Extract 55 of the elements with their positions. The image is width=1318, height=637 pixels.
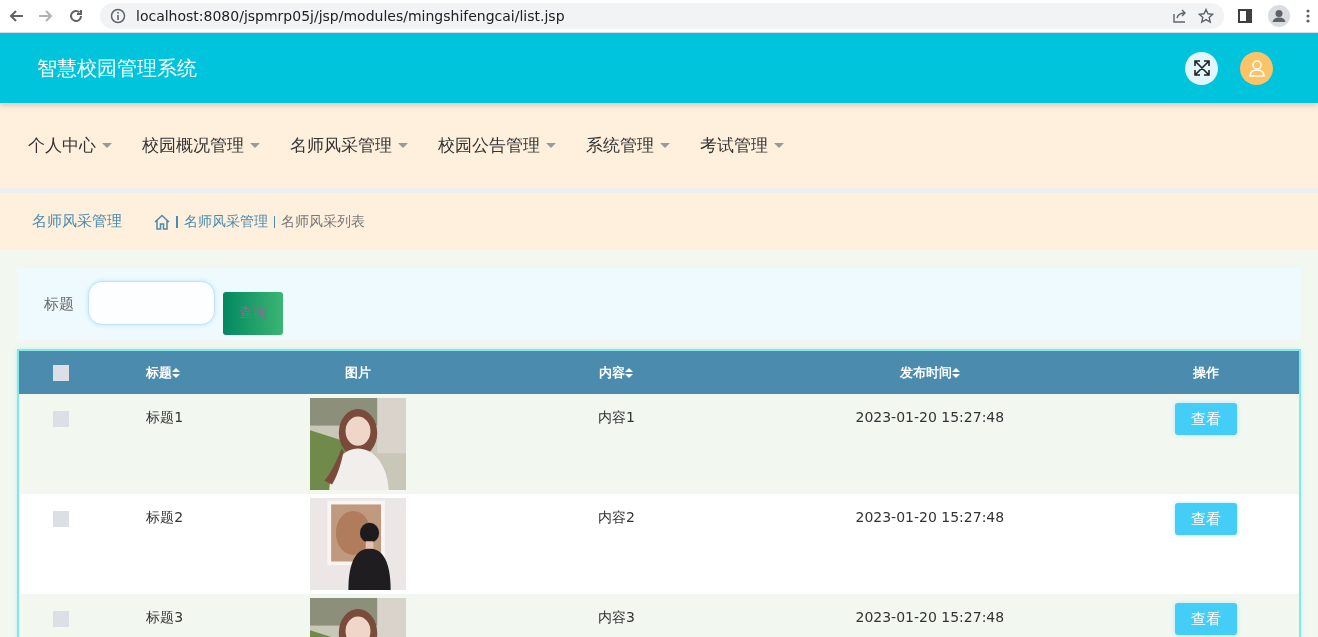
user-button[interactable]: [1240, 51, 1273, 85]
nav-menu-item[interactable]: 名师风采管理: [290, 134, 408, 157]
column-header[interactable]: 标题: [146, 363, 181, 382]
expand-icon: [1192, 59, 1211, 77]
field-label: 标题: [44, 294, 74, 314]
time-cell: 2023-01-20 15:27:48: [855, 409, 1005, 425]
content-cell: 内容2: [597, 509, 635, 527]
app-title: 智慧校园管理系统: [37, 54, 198, 82]
star-icon[interactable]: [1198, 8, 1214, 24]
column-header[interactable]: 内容: [599, 363, 634, 382]
time-cell: 2023-01-20 15:27:48: [855, 509, 1005, 525]
caret-icon: [250, 143, 260, 148]
side-panel-icon[interactable]: [1238, 9, 1252, 23]
avatar-icon[interactable]: [1268, 5, 1290, 27]
nav-menu-item[interactable]: 校园概况管理: [142, 134, 260, 157]
breadcrumb-link[interactable]: 名师风采列表: [281, 212, 365, 231]
menu-icon[interactable]: [1306, 8, 1310, 24]
url-text: localhost:8080/jspmrp05j/jsp/modules/mingshifengcai/list.jsp: [136, 8, 565, 24]
time-cell: 2023-01-20 15:27:48: [855, 609, 1005, 625]
title-cell: 标题3: [146, 609, 184, 627]
breadcrumb-link[interactable]: 名师风采管理: [183, 212, 268, 231]
row-checkbox[interactable]: [52, 511, 69, 527]
select-all-checkbox[interactable]: [52, 364, 69, 381]
title-input[interactable]: [88, 281, 215, 325]
back-icon[interactable]: [8, 8, 24, 24]
nav-menu-item[interactable]: 校园公告管理: [438, 134, 556, 157]
user-icon: [1247, 59, 1266, 77]
info-icon: [110, 8, 126, 24]
content-cell: 内容3: [597, 609, 635, 627]
title-cell: 标题2: [146, 509, 184, 527]
address-bar[interactable]: localhost:8080/jspmrp05j/jsp/modules/mingshifengcai/list.jsp: [100, 3, 1224, 29]
page-title: 名师风采管理: [32, 212, 122, 231]
caret-icon: [546, 143, 556, 148]
sort-icon[interactable]: [951, 367, 960, 378]
row-checkbox[interactable]: [52, 611, 69, 627]
nav-menu-item[interactable]: 个人中心: [28, 134, 112, 157]
column-header: 操作: [1193, 363, 1220, 382]
caret-icon: [102, 143, 112, 148]
sort-icon[interactable]: [172, 367, 181, 378]
forward-icon[interactable]: [38, 8, 54, 24]
column-header[interactable]: 发布时间: [899, 363, 960, 382]
caret-icon: [398, 143, 408, 148]
share-icon[interactable]: [1172, 8, 1188, 24]
sort-icon[interactable]: [625, 367, 634, 378]
caret-icon: [774, 143, 784, 148]
reload-icon[interactable]: [68, 8, 84, 24]
nav-menu-item[interactable]: 系统管理: [586, 134, 670, 157]
title-cell: 标题1: [146, 409, 184, 427]
fullscreen-button[interactable]: [1185, 51, 1218, 85]
home-icon[interactable]: [154, 213, 170, 230]
row-checkbox[interactable]: [52, 411, 69, 427]
caret-icon: [660, 143, 670, 148]
nav-menu-item[interactable]: 考试管理: [700, 134, 784, 157]
column-header: 图片: [345, 363, 372, 382]
content-cell: 内容1: [597, 409, 635, 427]
